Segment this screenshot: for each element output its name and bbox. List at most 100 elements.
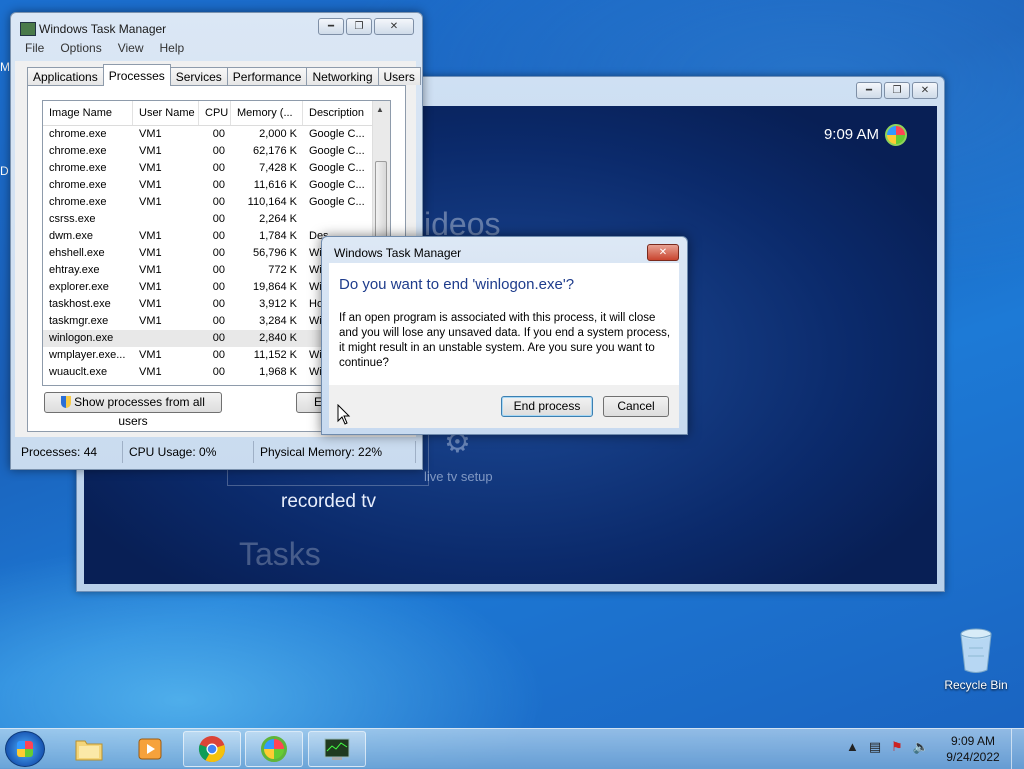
tab-performance[interactable]: Performance [226, 67, 308, 85]
cell-cpu: 00 [212, 349, 225, 361]
windows-media-center-logo-icon[interactable] [885, 124, 907, 146]
minimize-button[interactable]: ━ [318, 18, 344, 35]
clock-date: 9/24/2022 [946, 750, 1000, 764]
network-icon[interactable]: ▤ [869, 739, 881, 755]
window-controls: ━ ❐ ✕ [318, 18, 414, 35]
taskbar-media-player[interactable] [121, 731, 179, 767]
taskbar-clock[interactable]: 9:09 AM 9/24/2022 [940, 733, 1006, 765]
menu-item-recorded-tv[interactable]: recorded tv [281, 491, 376, 513]
table-row[interactable]: csrss.exe 00 2,264 K [43, 211, 390, 228]
uac-shield-icon [61, 396, 72, 408]
cell-description: Google C... [309, 162, 365, 174]
taskbar-task-manager[interactable] [308, 731, 366, 767]
cell-cpu: 00 [212, 264, 225, 276]
cell-image-name: chrome.exe [49, 179, 107, 191]
restore-button[interactable]: ❐ [884, 82, 910, 99]
cell-description [303, 211, 373, 228]
taskbar-explorer[interactable] [60, 731, 118, 767]
cell-user-name: VM1 [139, 128, 162, 140]
desktop-icon-label-stub[interactable]: D [0, 164, 9, 178]
show-hidden-icons-icon[interactable]: ▲ [846, 739, 859, 755]
cell-cpu: 00 [212, 332, 225, 344]
scroll-up-icon[interactable]: ▲ [376, 105, 384, 114]
table-row[interactable]: chrome.exe VM1 00 2,000 K Google C... [43, 126, 390, 143]
menu-options[interactable]: Options [60, 41, 101, 61]
column-cpu[interactable]: CPU [199, 101, 231, 125]
end-process-confirm-button[interactable]: End process [501, 396, 593, 417]
cell-image-name: chrome.exe [49, 128, 107, 140]
cell-memory: 110,164 K [247, 196, 297, 208]
menu-file[interactable]: File [25, 41, 44, 61]
taskbar-chrome[interactable] [183, 731, 241, 767]
cell-image-name: csrss.exe [49, 213, 96, 225]
cell-user-name: VM1 [139, 145, 162, 157]
table-row[interactable]: chrome.exe VM1 00 110,164 K Google C... [43, 194, 390, 211]
start-button[interactable] [5, 731, 45, 767]
process-list-header: Image Name User Name CPU Memory (... Des… [43, 101, 390, 126]
cell-user-name: VM1 [139, 247, 162, 259]
column-memory[interactable]: Memory (... [231, 101, 303, 125]
menu-view[interactable]: View [118, 41, 144, 61]
show-all-users-button[interactable]: Show processes from all users [44, 392, 222, 428]
cell-memory: 7,428 K [259, 162, 297, 174]
cell-memory: 56,796 K [252, 247, 297, 259]
cell-memory: 772 K [268, 264, 297, 276]
table-row[interactable]: chrome.exe VM1 00 7,428 K Google C... [43, 160, 390, 177]
media-center-icon [261, 736, 287, 762]
show-desktop-button[interactable] [1011, 729, 1024, 769]
close-button[interactable]: ✕ [374, 18, 414, 35]
cell-cpu: 00 [212, 298, 225, 310]
menu-item-live-tv-setup[interactable]: live tv setup [424, 469, 493, 484]
cell-image-name: ehshell.exe [49, 247, 105, 259]
maximize-button[interactable]: ❐ [346, 18, 372, 35]
cell-memory: 11,616 K [253, 179, 297, 191]
notification-area: ▲ ▤ ⚑ 🔈 [846, 739, 929, 755]
cell-image-name: wuauclt.exe [49, 366, 108, 378]
chrome-icon [198, 736, 225, 763]
column-image-name[interactable]: Image Name [43, 101, 133, 125]
close-button[interactable]: ✕ [912, 82, 938, 99]
cell-image-name: explorer.exe [49, 281, 109, 293]
tab-applications[interactable]: Applications [27, 67, 104, 85]
taskbar-media-center[interactable] [245, 731, 303, 767]
dialog-message: If an open program is associated with th… [339, 312, 671, 369]
volume-icon[interactable]: 🔈 [913, 739, 929, 755]
menu-item-tasks[interactable]: Tasks [239, 536, 321, 573]
cell-memory: 3,284 K [259, 315, 297, 327]
cell-cpu: 00 [212, 145, 225, 157]
tab-networking[interactable]: Networking [306, 67, 379, 85]
menu-help[interactable]: Help [160, 41, 185, 61]
cell-cpu: 00 [212, 230, 225, 242]
table-row[interactable]: chrome.exe VM1 00 62,176 K Google C... [43, 143, 390, 160]
windows-logo-icon [17, 741, 33, 757]
action-center-icon[interactable]: ⚑ [891, 739, 903, 755]
cell-image-name: taskhost.exe [49, 298, 111, 310]
cell-memory: 2,840 K [259, 332, 297, 344]
minimize-button[interactable]: ━ [856, 82, 882, 99]
tab-users[interactable]: Users [377, 67, 421, 85]
cell-memory: 19,864 K [252, 281, 297, 293]
table-row[interactable]: chrome.exe VM1 00 11,616 K Google C... [43, 177, 390, 194]
recycle-bin[interactable]: Recycle Bin [940, 628, 1012, 692]
desktop-icon-label-stub[interactable]: M [0, 60, 10, 74]
cell-image-name: dwm.exe [49, 230, 94, 242]
tab-processes[interactable]: Processes [102, 64, 171, 86]
show-all-users-label: Show processes from all users [74, 395, 205, 428]
status-physical-memory: Physical Memory: 22% [254, 441, 416, 463]
cell-image-name: winlogon.exe [49, 332, 114, 344]
cell-user-name: VM1 [139, 366, 162, 378]
column-description[interactable]: Description [303, 101, 373, 125]
column-user-name[interactable]: User Name [133, 101, 199, 125]
menu-bar: File Options View Help [15, 41, 425, 61]
cell-user-name: VM1 [139, 179, 162, 191]
cancel-button[interactable]: Cancel [603, 396, 669, 417]
task-manager-icon [20, 22, 36, 36]
end-process-dialog: Windows Task Manager ✕ Do you want to en… [321, 236, 688, 435]
cell-cpu: 00 [212, 162, 225, 174]
cell-image-name: taskmgr.exe [49, 315, 109, 327]
tab-services[interactable]: Services [169, 67, 228, 85]
cell-image-name: chrome.exe [49, 162, 107, 174]
dialog-close-button[interactable]: ✕ [647, 244, 679, 261]
status-bar: Processes: 44 CPU Usage: 0% Physical Mem… [15, 441, 416, 463]
cell-user-name: VM1 [139, 281, 162, 293]
